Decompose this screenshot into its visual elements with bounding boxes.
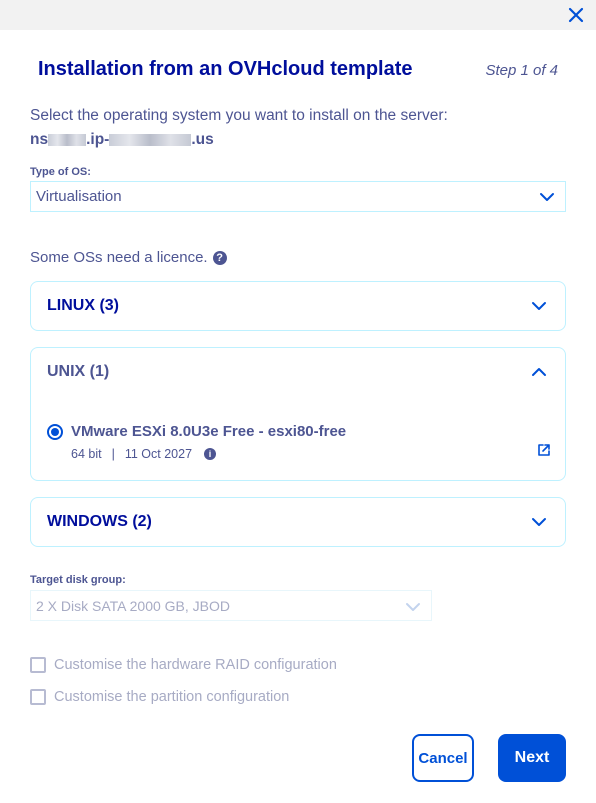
partition-option[interactable]: Customise the partition configuration xyxy=(30,689,289,705)
server-name-prefix: ns xyxy=(30,131,49,148)
disk-group-select[interactable]: 2 X Disk SATA 2000 GB, JBOD xyxy=(30,590,432,621)
info-icon[interactable]: i xyxy=(204,448,217,460)
redacted-block xyxy=(48,134,87,146)
raid-option[interactable]: Customise the hardware RAID configuratio… xyxy=(30,657,337,673)
chevron-up-icon xyxy=(532,368,546,376)
chevron-down-icon xyxy=(406,603,420,611)
accordion-linux: LINUX (3) xyxy=(30,281,566,331)
chevron-down-icon xyxy=(532,518,546,526)
server-name-middle: .ip- xyxy=(86,131,110,148)
external-link-icon[interactable] xyxy=(537,443,551,457)
modal-title: Installation from an OVHcloud template xyxy=(38,58,413,80)
os-option-meta: 64 bit | 11 Oct 2027 i xyxy=(71,447,217,461)
os-type-value: Virtualisation xyxy=(36,188,122,205)
meta-separator: | xyxy=(111,447,115,461)
help-icon[interactable]: ? xyxy=(212,250,227,265)
raid-option-label: Customise the hardware RAID configuratio… xyxy=(54,657,337,673)
partition-checkbox[interactable] xyxy=(30,689,46,705)
chevron-down-icon xyxy=(540,193,554,201)
accordion-label: UNIX (1) xyxy=(47,363,110,380)
close-icon[interactable] xyxy=(566,5,586,25)
accordion-header-windows[interactable]: WINDOWS (2) xyxy=(31,498,565,546)
chevron-down-icon xyxy=(532,302,546,310)
os-type-select[interactable]: Virtualisation xyxy=(30,181,566,212)
accordion-header-unix[interactable]: UNIX (1) xyxy=(31,348,565,396)
os-type-label: Type of OS: xyxy=(30,166,91,178)
licence-note: Some OSs need a licence. ? xyxy=(30,249,227,266)
os-option-name: VMware ESXi 8.0U3e Free - esxi80-free xyxy=(71,423,347,440)
next-button[interactable]: Next xyxy=(498,734,566,782)
accordion-label: LINUX (3) xyxy=(47,297,119,314)
server-name: ns .ip- .us xyxy=(30,131,214,149)
modal-top-bar xyxy=(0,0,596,30)
os-radio[interactable] xyxy=(47,424,63,440)
partition-option-label: Customise the partition configuration xyxy=(54,689,290,705)
accordion-label: WINDOWS (2) xyxy=(47,513,152,530)
accordion-windows: WINDOWS (2) xyxy=(30,497,566,547)
redacted-block xyxy=(109,134,192,146)
accordion-header-linux[interactable]: LINUX (3) xyxy=(31,282,565,330)
disk-group-label: Target disk group: xyxy=(30,574,126,586)
os-prompt: Select the operating system you want to … xyxy=(30,107,448,124)
os-arch: 64 bit xyxy=(71,447,102,461)
server-name-suffix: .us xyxy=(191,131,214,148)
raid-checkbox[interactable] xyxy=(30,657,46,673)
cancel-button[interactable]: Cancel xyxy=(412,734,474,782)
step-indicator: Step 1 of 4 xyxy=(485,62,558,79)
accordion-unix: UNIX (1) VMware ESXi 8.0U3e Free - esxi8… xyxy=(30,347,566,481)
licence-note-text: Some OSs need a licence. xyxy=(30,249,208,266)
os-date: 11 Oct 2027 xyxy=(124,447,193,461)
disk-group-value: 2 X Disk SATA 2000 GB, JBOD xyxy=(36,597,230,614)
